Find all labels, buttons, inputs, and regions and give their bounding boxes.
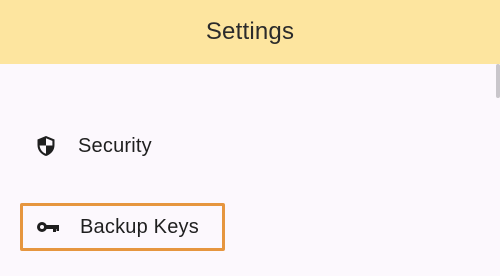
scrollbar[interactable]: [496, 64, 500, 98]
app-bar: Settings: [0, 0, 500, 64]
shield-icon: [34, 134, 58, 158]
settings-item-label: Backup Keys: [80, 215, 199, 238]
settings-item-security[interactable]: Security: [20, 124, 260, 168]
settings-item-backup-keys[interactable]: Backup Keys: [20, 203, 225, 251]
settings-item-label: Security: [78, 134, 152, 157]
page-title: Settings: [205, 18, 295, 45]
key-icon: [36, 215, 60, 239]
